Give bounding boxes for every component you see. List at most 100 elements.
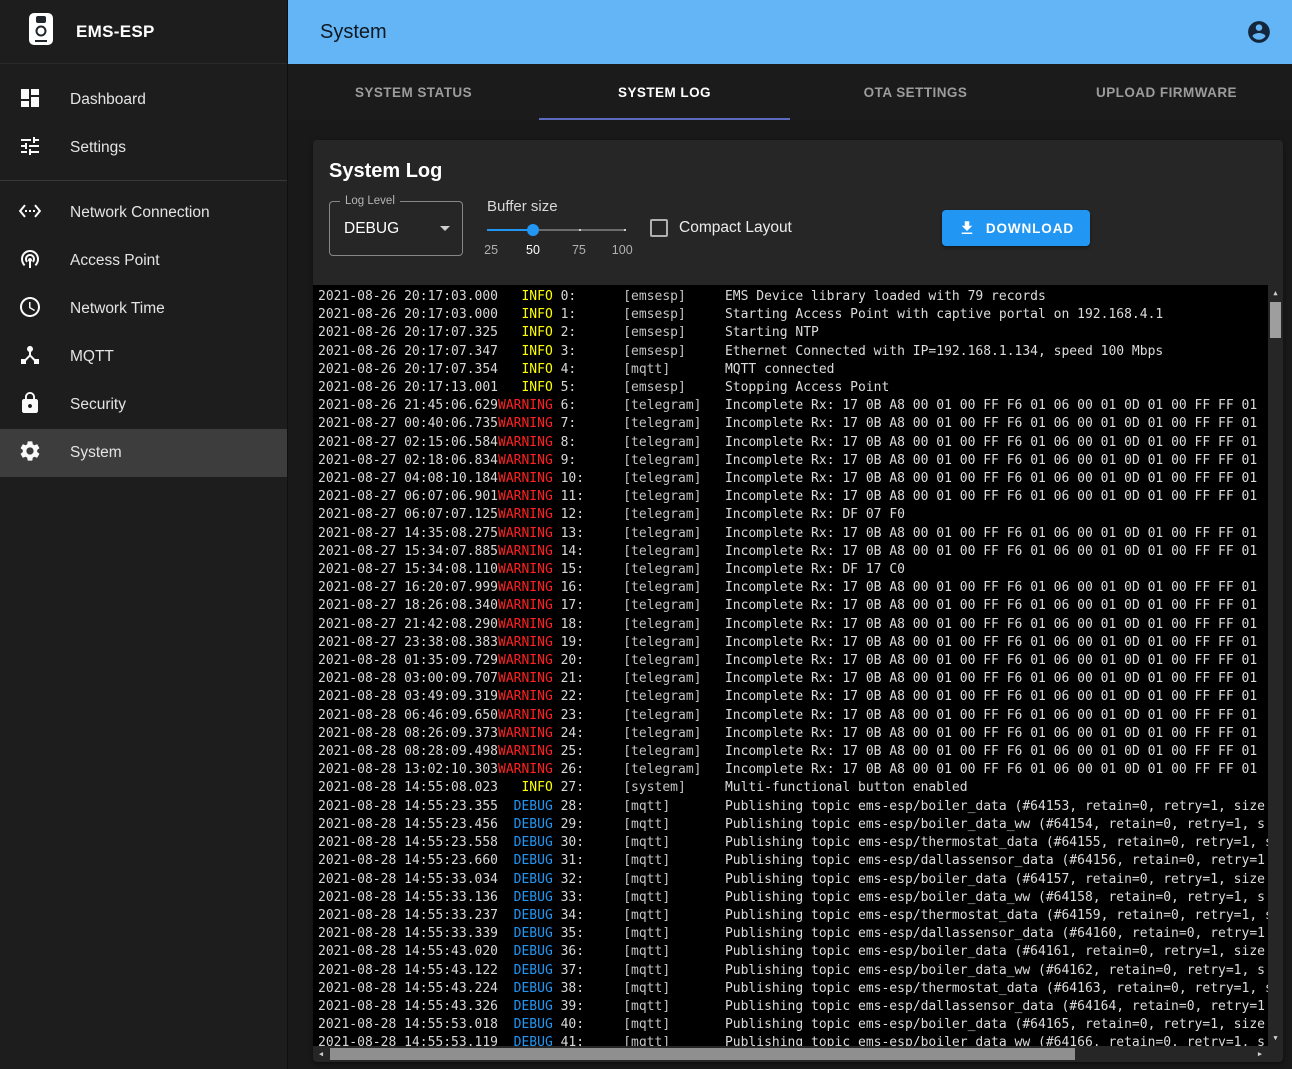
log-row: 2021-08-28 03:00:09.707WARNING21:[telegr…: [318, 670, 1268, 688]
log-row: 2021-08-27 15:34:07.885WARNING14:[telegr…: [318, 543, 1268, 561]
log-row: 2021-08-28 14:55:53.018DEBUG40:[mqtt]Pub…: [318, 1016, 1268, 1034]
log-row: 2021-08-28 14:55:43.020DEBUG36:[mqtt]Pub…: [318, 943, 1268, 961]
log-row: 2021-08-26 20:17:07.325INFO2:[emsesp]Sta…: [318, 324, 1268, 342]
log-row: 2021-08-26 21:45:06.629WARNING6:[telegra…: [318, 397, 1268, 415]
download-icon: [958, 219, 976, 237]
tab-system-log[interactable]: SYSTEM LOG: [539, 64, 790, 120]
tick-label-100: 100: [612, 243, 633, 257]
log-row: 2021-08-28 14:55:23.355DEBUG28:[mqtt]Pub…: [318, 798, 1268, 816]
log-row: 2021-08-28 14:55:33.136DEBUG33:[mqtt]Pub…: [318, 889, 1268, 907]
log-row: 2021-08-28 14:55:23.558DEBUG30:[mqtt]Pub…: [318, 834, 1268, 852]
sidebar-item-label: System: [70, 444, 122, 462]
scroll-right-arrow-icon[interactable]: ▶: [1252, 1046, 1268, 1062]
log-row: 2021-08-27 15:34:08.110WARNING15:[telegr…: [318, 561, 1268, 579]
app-root: EMS-ESP Dashboard Settings Network Conne…: [0, 0, 1292, 1069]
vertical-scrollbar-thumb[interactable]: [1270, 302, 1281, 338]
compact-layout-label: Compact Layout: [679, 219, 792, 237]
sidebar-item-label: Dashboard: [70, 91, 146, 109]
log-row: 2021-08-27 21:42:08.290WARNING18:[telegr…: [318, 616, 1268, 634]
checkbox-box[interactable]: [650, 219, 668, 237]
log-row: 2021-08-26 20:17:13.001INFO5:[emsesp]Sto…: [318, 379, 1268, 397]
sidebar-nav: Dashboard Settings Network Connection Ac…: [0, 64, 287, 477]
log-row: 2021-08-27 06:07:07.125WARNING12:[telegr…: [318, 506, 1268, 524]
log-row: 2021-08-27 00:40:06.735WARNING7:[telegra…: [318, 415, 1268, 433]
log-row: 2021-08-27 02:18:06.834WARNING9:[telegra…: [318, 452, 1268, 470]
log-row: 2021-08-27 04:08:10.184WARNING10:[telegr…: [318, 470, 1268, 488]
settings-ethernet-icon: [18, 199, 42, 228]
page-title: System: [320, 21, 1246, 44]
tick-label-75: 75: [572, 243, 586, 257]
sidebar-item-settings[interactable]: Settings: [0, 124, 287, 172]
download-button[interactable]: DOWNLOAD: [942, 210, 1090, 246]
log-row: 2021-08-27 02:15:06.584WARNING8:[telegra…: [318, 434, 1268, 452]
tab-system-status[interactable]: SYSTEM STATUS: [288, 64, 539, 120]
log-level-select[interactable]: Log Level DEBUG: [329, 201, 463, 256]
content-area: System Log Log Level DEBUG Buffer size: [288, 120, 1292, 1069]
log-row: 2021-08-28 14:55:43.326DEBUG39:[mqtt]Pub…: [318, 998, 1268, 1016]
log-row: 2021-08-26 20:17:03.000INFO1:[emsesp]Sta…: [318, 306, 1268, 324]
sidebar-item-label: Security: [70, 396, 126, 414]
log-row: 2021-08-28 14:55:23.660DEBUG31:[mqtt]Pub…: [318, 852, 1268, 870]
log-rows: 2021-08-26 20:17:03.000INFO0:[emsesp]EMS…: [313, 285, 1268, 1046]
vertical-scrollbar[interactable]: ▲ ▼: [1268, 285, 1283, 1046]
wifi-tethering-icon: [18, 247, 42, 276]
sidebar-item-network-connection[interactable]: Network Connection: [0, 189, 287, 237]
scrollbar-corner: [1268, 1046, 1283, 1062]
sidebar-item-mqtt[interactable]: MQTT: [0, 333, 287, 381]
system-log-card: System Log Log Level DEBUG Buffer size: [313, 140, 1283, 1062]
sidebar-item-system[interactable]: System: [0, 429, 287, 477]
sidebar-item-label: MQTT: [70, 348, 114, 366]
sidebar-item-label: Access Point: [70, 252, 160, 270]
app-logo: EMS-ESP: [0, 0, 287, 64]
card-title: System Log: [329, 160, 1267, 183]
slider-mark: [624, 229, 626, 231]
tick-label-25: 25: [484, 243, 498, 257]
log-row: 2021-08-27 14:35:08.275WARNING13:[telegr…: [318, 525, 1268, 543]
compact-layout-checkbox[interactable]: Compact Layout: [650, 219, 792, 237]
log-row: 2021-08-27 18:26:08.340WARNING17:[telegr…: [318, 597, 1268, 615]
slider-tick-labels: 25 50 75 100: [487, 243, 625, 259]
scroll-down-arrow-icon[interactable]: ▼: [1268, 1030, 1283, 1046]
scroll-left-arrow-icon[interactable]: ◀: [313, 1046, 329, 1062]
account-icon[interactable]: [1246, 19, 1272, 45]
log-row: 2021-08-28 08:28:09.498WARNING25:[telegr…: [318, 743, 1268, 761]
tab-ota-settings[interactable]: OTA SETTINGS: [790, 64, 1041, 120]
sidebar-divider: [0, 180, 287, 181]
log-row: 2021-08-27 06:07:06.901WARNING11:[telegr…: [318, 488, 1268, 506]
sidebar-item-network-time[interactable]: Network Time: [0, 285, 287, 333]
sidebar-item-dashboard[interactable]: Dashboard: [0, 76, 287, 124]
tab-upload-firmware[interactable]: UPLOAD FIRMWARE: [1041, 64, 1292, 120]
sidebar-item-label: Settings: [70, 139, 126, 157]
log-row: 2021-08-28 14:55:43.224DEBUG38:[mqtt]Pub…: [318, 980, 1268, 998]
slider-thumb[interactable]: [527, 224, 539, 236]
log-row: 2021-08-28 14:55:08.023INFO27:[system]Mu…: [318, 779, 1268, 797]
log-row: 2021-08-28 08:26:09.373WARNING24:[telegr…: [318, 725, 1268, 743]
log-controls: Log Level DEBUG Buffer size: [329, 197, 1267, 259]
main-area: System SYSTEM STATUS SYSTEM LOG OTA SETT…: [288, 0, 1292, 1069]
clock-icon: [18, 295, 42, 324]
log-row: 2021-08-27 16:20:07.999WARNING16:[telegr…: [318, 579, 1268, 597]
sidebar-item-security[interactable]: Security: [0, 381, 287, 429]
buffer-size-group: Buffer size 25 50 75 100: [487, 198, 625, 259]
tune-icon: [18, 134, 42, 163]
dashboard-icon: [18, 86, 42, 115]
app-title: EMS-ESP: [76, 22, 155, 42]
log-console: 2021-08-26 20:17:03.000INFO0:[emsesp]EMS…: [313, 285, 1283, 1062]
slider-mark: [579, 229, 581, 231]
ems-esp-logo-icon: [28, 12, 54, 51]
sidebar-item-label: Network Time: [70, 300, 165, 318]
buffer-size-slider[interactable]: [487, 223, 625, 237]
log-row: 2021-08-28 03:49:09.319WARNING22:[telegr…: [318, 688, 1268, 706]
log-row: 2021-08-28 14:55:53.119DEBUG41:[mqtt]Pub…: [318, 1034, 1268, 1046]
log-row: 2021-08-28 06:46:09.650WARNING23:[telegr…: [318, 707, 1268, 725]
log-row: 2021-08-26 20:17:03.000INFO0:[emsesp]EMS…: [318, 288, 1268, 306]
log-level-label: Log Level: [340, 195, 400, 207]
horizontal-scrollbar-thumb[interactable]: [330, 1048, 1075, 1060]
log-row: 2021-08-28 14:55:23.456DEBUG29:[mqtt]Pub…: [318, 816, 1268, 834]
horizontal-scrollbar[interactable]: ◀ ▶: [313, 1046, 1268, 1062]
sidebar-item-access-point[interactable]: Access Point: [0, 237, 287, 285]
gear-icon: [18, 439, 42, 468]
sidebar: EMS-ESP Dashboard Settings Network Conne…: [0, 0, 288, 1069]
scroll-up-arrow-icon[interactable]: ▲: [1268, 285, 1283, 301]
lock-icon: [18, 391, 42, 420]
